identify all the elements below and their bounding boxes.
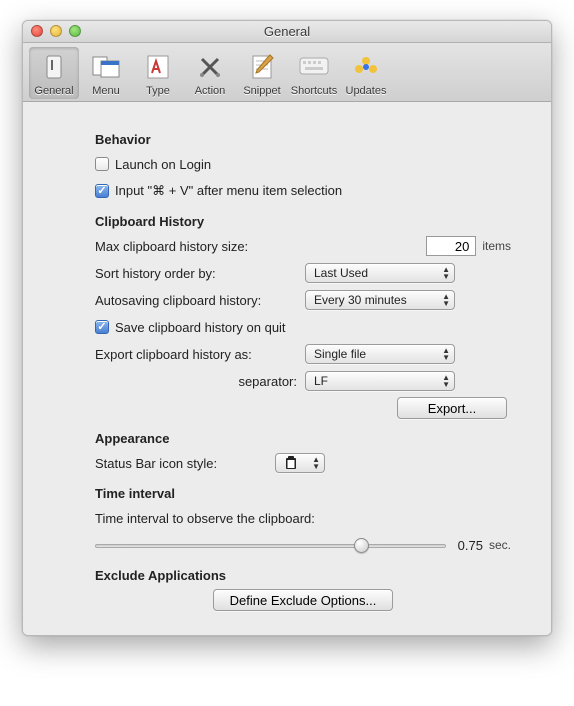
export-as-label: Export clipboard history as: <box>95 347 305 362</box>
input-cmdv-checkbox[interactable] <box>95 184 109 198</box>
appearance-heading: Appearance <box>95 431 511 446</box>
updates-icon <box>350 51 382 83</box>
chevron-updown-icon: ▲▼ <box>442 374 450 388</box>
sort-order-select[interactable]: Last Used ▲▼ <box>305 263 455 283</box>
chevron-updown-icon: ▲▼ <box>442 293 450 307</box>
type-icon <box>142 51 174 83</box>
max-history-unit: items <box>482 239 511 253</box>
autosave-label: Autosaving clipboard history: <box>95 293 305 308</box>
sort-order-label: Sort history order by: <box>95 266 305 281</box>
action-icon <box>194 51 226 83</box>
behavior-heading: Behavior <box>95 132 511 147</box>
statusbar-style-select[interactable]: ▲▼ <box>275 453 325 473</box>
toolbar: General Menu Type Action Snippet <box>23 43 551 102</box>
close-button[interactable] <box>31 25 43 37</box>
define-exclude-button[interactable]: Define Exclude Options... <box>213 589 394 611</box>
snippet-icon <box>246 51 278 83</box>
preferences-window: General General Menu Type Action <box>22 20 552 636</box>
menu-icon <box>90 51 122 83</box>
timeinterval-unit: sec. <box>489 538 511 552</box>
save-on-quit-checkbox[interactable] <box>95 320 109 334</box>
tab-type[interactable]: Type <box>133 47 183 99</box>
titlebar: General <box>23 21 551 43</box>
separator-select[interactable]: LF ▲▼ <box>305 371 455 391</box>
zoom-button[interactable] <box>69 25 81 37</box>
save-on-quit-label: Save clipboard history on quit <box>115 320 286 335</box>
chevron-updown-icon: ▲▼ <box>442 347 450 361</box>
tab-snippet[interactable]: Snippet <box>237 47 287 99</box>
timeinterval-heading: Time interval <box>95 486 511 501</box>
export-as-select[interactable]: Single file ▲▼ <box>305 344 455 364</box>
tab-action[interactable]: Action <box>185 47 235 99</box>
timeinterval-label: Time interval to observe the clipboard: <box>95 511 315 526</box>
tab-updates[interactable]: Updates <box>341 47 391 99</box>
tab-menu[interactable]: Menu <box>81 47 131 99</box>
timeinterval-slider[interactable] <box>95 535 446 555</box>
content-pane: Behavior Launch on Login Input "⌘ + V" a… <box>23 102 551 635</box>
window-controls <box>31 25 81 37</box>
window-title: General <box>264 24 310 39</box>
max-history-label: Max clipboard history size: <box>95 239 305 254</box>
launch-on-login-checkbox[interactable] <box>95 157 109 171</box>
clipboard-heading: Clipboard History <box>95 214 511 229</box>
separator-label: separator: <box>95 374 305 389</box>
export-button[interactable]: Export... <box>397 397 507 419</box>
slider-thumb[interactable] <box>354 538 369 553</box>
max-history-input[interactable] <box>426 236 476 256</box>
exclude-heading: Exclude Applications <box>95 568 511 583</box>
tab-general[interactable]: General <box>29 47 79 99</box>
minimize-button[interactable] <box>50 25 62 37</box>
chevron-updown-icon: ▲▼ <box>312 456 320 470</box>
chevron-updown-icon: ▲▼ <box>442 266 450 280</box>
shortcuts-icon <box>298 51 330 83</box>
autosave-select[interactable]: Every 30 minutes ▲▼ <box>305 290 455 310</box>
general-icon <box>38 51 70 83</box>
launch-on-login-label: Launch on Login <box>115 157 211 172</box>
clipboard-icon <box>284 456 298 470</box>
tab-shortcuts[interactable]: Shortcuts <box>289 47 339 99</box>
statusbar-style-label: Status Bar icon style: <box>95 456 275 471</box>
timeinterval-value: 0.75 <box>458 538 483 553</box>
input-cmdv-label: Input "⌘ + V" after menu item selection <box>115 183 342 199</box>
